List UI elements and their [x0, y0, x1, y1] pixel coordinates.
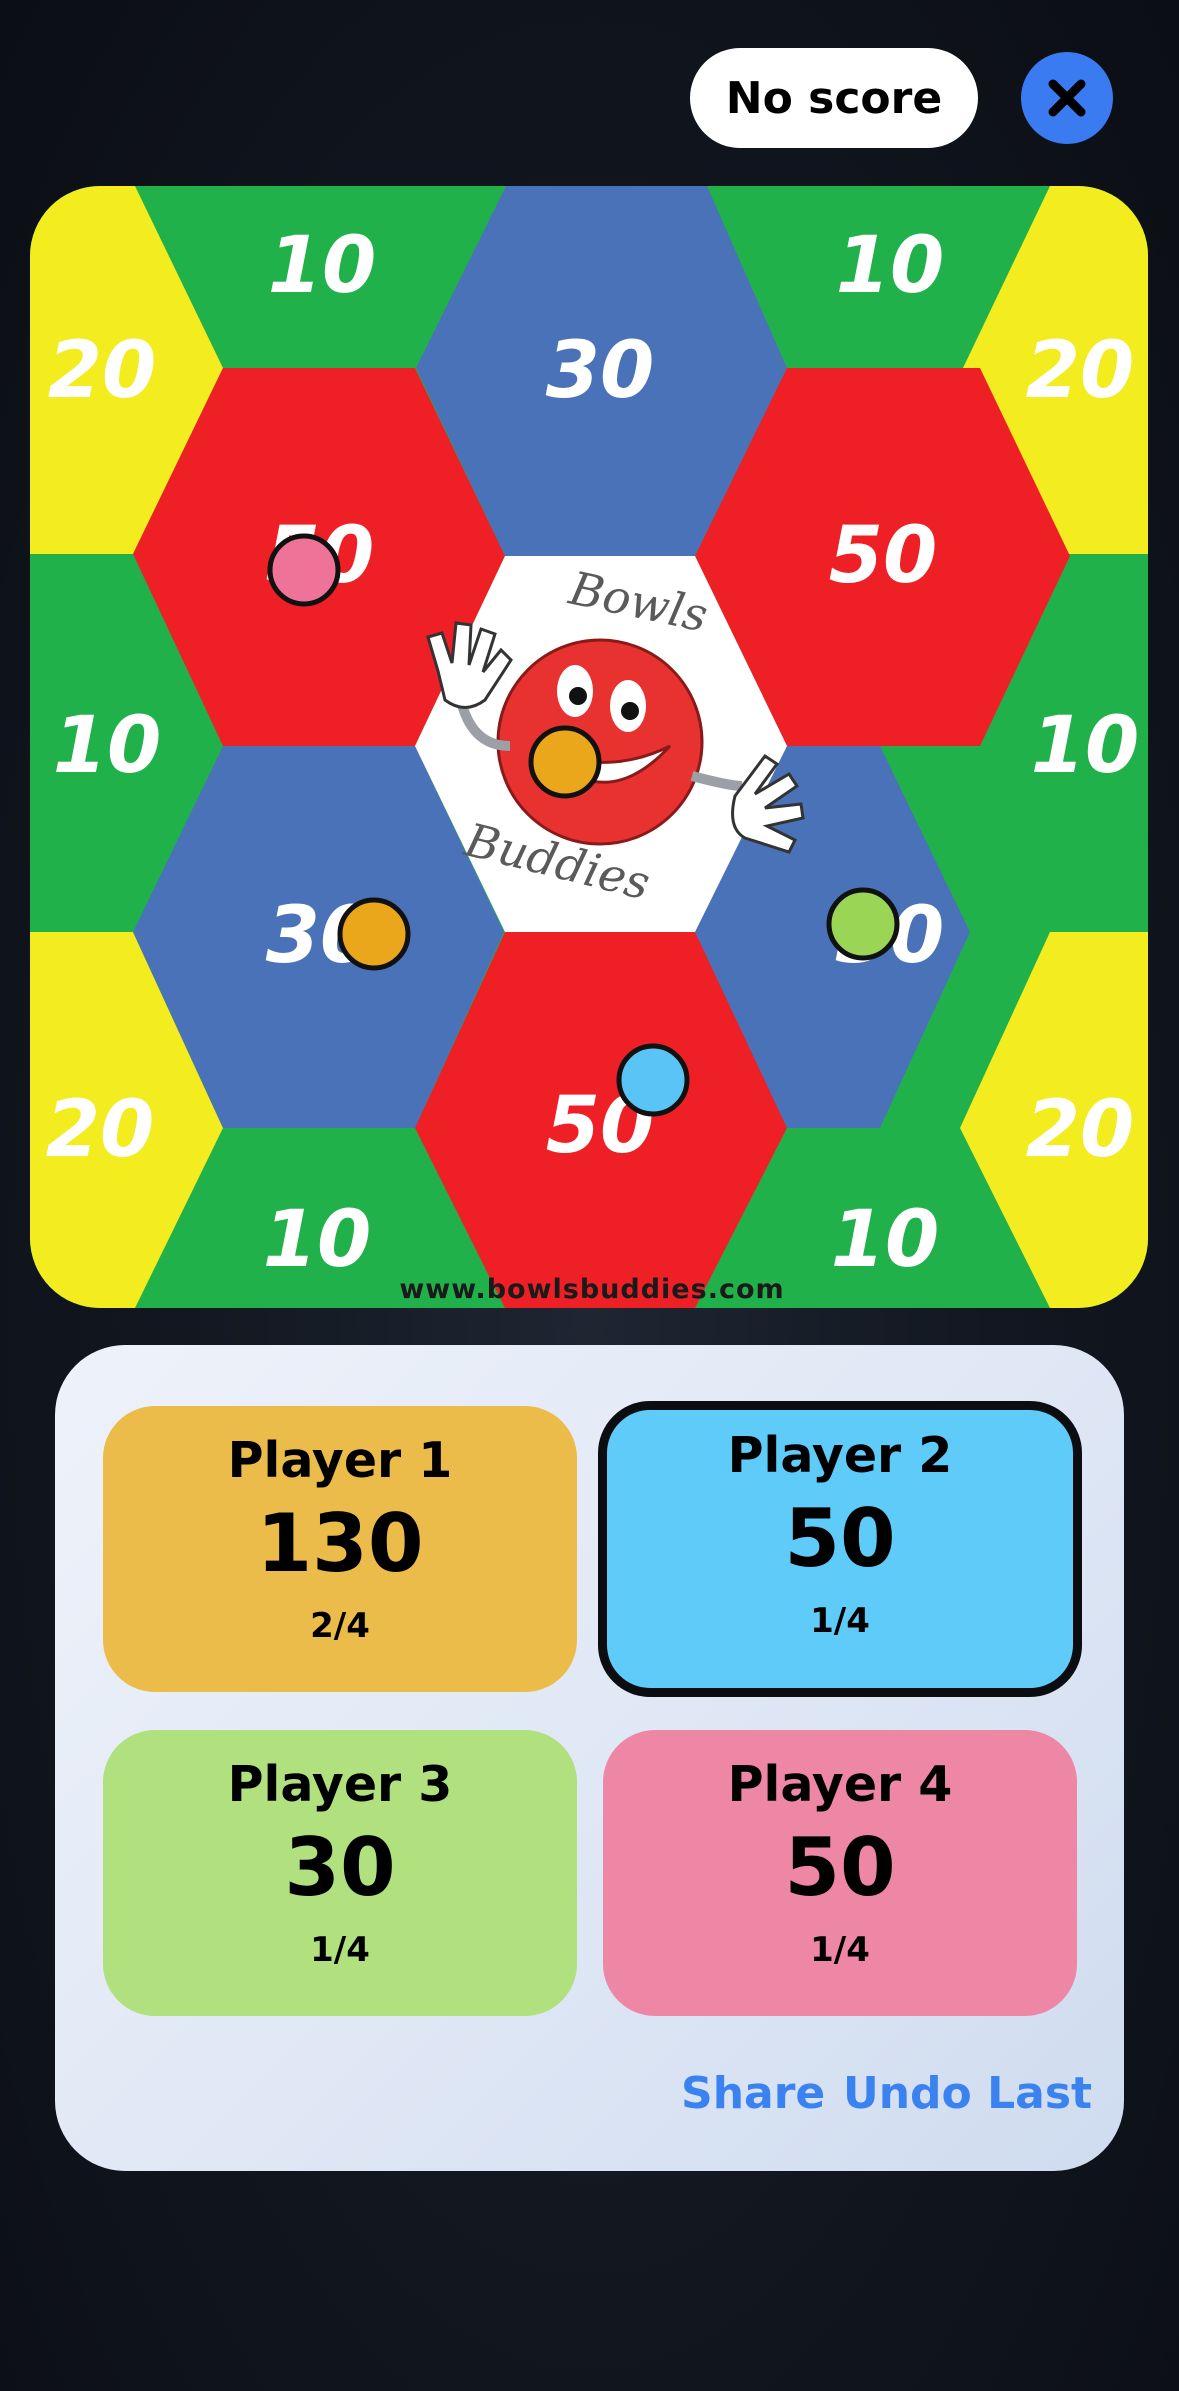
share-button[interactable]: Share	[681, 2068, 825, 2119]
zone-label-bottom-left-10: 10	[263, 1195, 372, 1285]
player-card-4[interactable]: Player 4 50 1/4	[603, 1730, 1077, 2016]
player-turns: 1/4	[310, 1930, 370, 1970]
zone-label-bottom-right-20: 20	[1026, 1085, 1135, 1175]
player-card-1[interactable]: Player 1 130 2/4	[103, 1406, 577, 1692]
board-url: www.bowlsbuddies.com	[399, 1274, 784, 1305]
zone-label-top-right-10: 10	[836, 221, 945, 311]
bowl-marker-player4[interactable]	[267, 533, 341, 607]
player-score: 50	[784, 1821, 896, 1914]
bowl-marker-player1-left[interactable]	[337, 897, 411, 971]
no-score-button[interactable]: No score	[690, 48, 978, 148]
player-name: Player 1	[227, 1432, 453, 1489]
bowl-marker-player3[interactable]	[826, 887, 900, 961]
bowl-marker-player2[interactable]	[616, 1043, 690, 1117]
zone-label-top-left-20: 20	[48, 326, 157, 416]
zone-label-top-right-20: 20	[1026, 326, 1135, 416]
zone-label-upper-right-50: 50	[829, 511, 938, 601]
player-turns: 1/4	[810, 1930, 870, 1970]
zone-label-bottom-left-20: 20	[46, 1085, 155, 1175]
zone-label-mid-right-10: 10	[1031, 701, 1140, 791]
zone-label-top-left-10: 10	[268, 221, 377, 311]
player-score: 130	[256, 1497, 424, 1590]
close-icon	[1048, 79, 1086, 117]
zone-label-bottom-right-10: 10	[831, 1195, 940, 1285]
player-score: 30	[284, 1821, 396, 1914]
zone-label-mid-left-10: 10	[53, 701, 162, 791]
undo-last-button[interactable]: Undo Last	[843, 2068, 1092, 2119]
player-turns: 2/4	[310, 1606, 370, 1646]
mascot-ball-icon	[496, 638, 704, 846]
player-score: 50	[784, 1492, 896, 1585]
player-name: Player 2	[727, 1427, 953, 1484]
zone-label-top-30: 30	[546, 326, 655, 416]
player-name: Player 3	[227, 1756, 453, 1813]
player-card-3[interactable]: Player 3 30 1/4	[103, 1730, 577, 2016]
player-card-2[interactable]: Player 2 50 1/4	[598, 1401, 1082, 1697]
close-button[interactable]	[1021, 52, 1113, 144]
player-name: Player 4	[727, 1756, 953, 1813]
player-turns: 1/4	[810, 1601, 870, 1641]
bowl-marker-player1-centre[interactable]	[528, 725, 602, 799]
target-board[interactable]: 10 10 20 20 30 50 50 10 10 30 30 20 20 5…	[30, 186, 1148, 1308]
